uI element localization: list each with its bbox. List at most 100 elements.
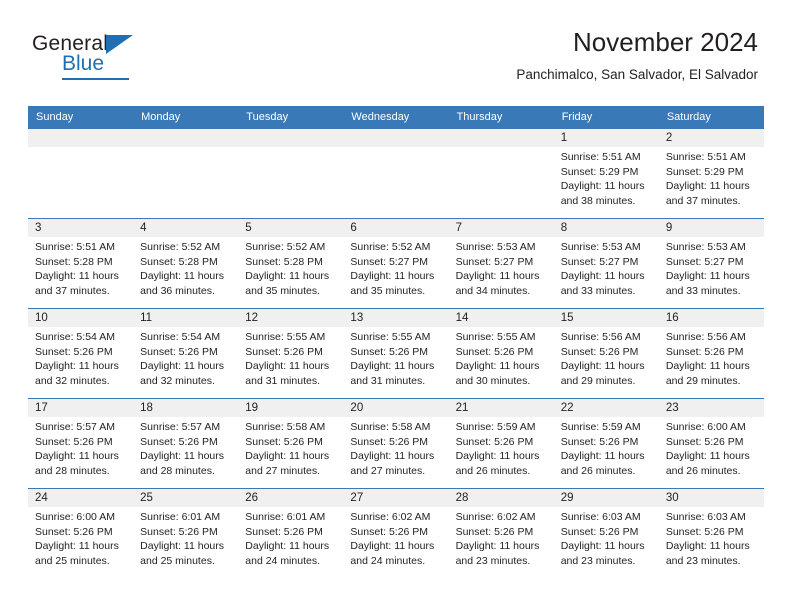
calendar-cell-day[interactable]: 17 Sunrise: 5:57 AM Sunset: 5:26 PM Dayligh… <box>28 398 134 489</box>
sunset-text: Sunset: 5:26 PM <box>140 345 218 358</box>
calendar-cell-inner: 3 Sunrise: 5:51 AM Sunset: 5:28 PM Daylight… <box>28 219 134 308</box>
day-number <box>343 129 449 147</box>
calendar-cell-day[interactable]: 19 Sunrise: 5:58 AM Sunset: 5:26 PM Dayligh… <box>238 398 344 489</box>
calendar-cell-empty <box>343 129 449 219</box>
calendar-cell-inner: 23 Sunrise: 6:00 AM Sunset: 5:26 PM Dayligh… <box>658 399 764 488</box>
calendar-week-row: 24 Sunrise: 6:00 AM Sunset: 5:26 PM Dayligh… <box>28 488 764 578</box>
calendar-header-row: Sunday Monday Tuesday Wednesday Thursday Frid… <box>28 106 764 129</box>
day-details: Sunrise: 5:58 AM Sunset: 5:26 PM Daylight:… <box>343 417 448 478</box>
sunrise-text: Sunrise: 5:55 AM <box>350 331 431 343</box>
calendar-cell-day[interactable]: 16 Sunrise: 5:56 AM Sunset: 5:26 PM Dayligh… <box>658 308 764 399</box>
calendar-cell-day[interactable]: 4 Sunrise: 5:52 AM Sunset: 5:28 PM Daylight… <box>133 218 239 309</box>
sunset-text: Sunset: 5:26 PM <box>35 435 113 448</box>
daylight-text: Daylight: 11 hours and 37 minutes. <box>35 270 119 297</box>
calendar-cell-inner: 4 Sunrise: 5:52 AM Sunset: 5:28 PM Daylight… <box>133 219 239 308</box>
day-details: Sunrise: 6:01 AM Sunset: 5:26 PM Daylight:… <box>238 507 343 568</box>
calendar-cell-day[interactable]: 24 Sunrise: 6:00 AM Sunset: 5:26 PM Dayligh… <box>28 488 134 578</box>
day-details: Sunrise: 5:53 AM Sunset: 5:27 PM Daylight:… <box>659 237 764 298</box>
calendar-cell-day[interactable]: 1 Sunrise: 5:51 AM Sunset: 5:29 PM Daylight… <box>553 129 659 219</box>
sunrise-text: Sunrise: 6:02 AM <box>455 511 536 523</box>
weekday-header-saturday: Saturday <box>658 106 764 129</box>
calendar-cell-inner: 9 Sunrise: 5:53 AM Sunset: 5:27 PM Daylight… <box>658 219 764 308</box>
calendar-cell-day[interactable]: 27 Sunrise: 6:02 AM Sunset: 5:26 PM Dayligh… <box>343 488 449 578</box>
weekday-header-friday: Friday <box>553 106 659 129</box>
day-number <box>28 129 134 147</box>
calendar-cell-day[interactable]: 8 Sunrise: 5:53 AM Sunset: 5:27 PM Daylight… <box>553 218 659 309</box>
sunrise-text: Sunrise: 5:58 AM <box>245 421 326 433</box>
day-number: 21 <box>448 399 554 417</box>
sunset-text: Sunset: 5:26 PM <box>560 525 639 538</box>
general-blue-logo[interactable]: General Blue <box>28 32 228 88</box>
sunrise-text: Sunrise: 6:03 AM <box>560 511 641 523</box>
calendar-cell-inner <box>448 129 554 218</box>
daylight-text: Daylight: 11 hours and 35 minutes. <box>350 270 435 297</box>
calendar-cell-inner <box>238 129 344 218</box>
calendar-cell-inner: 1 Sunrise: 5:51 AM Sunset: 5:29 PM Daylight… <box>553 129 659 218</box>
calendar-cell-inner: 24 Sunrise: 6:00 AM Sunset: 5:26 PM Dayligh… <box>28 489 134 578</box>
calendar-cell-day[interactable]: 7 Sunrise: 5:53 AM Sunset: 5:27 PM Daylight… <box>448 218 554 309</box>
day-details: Sunrise: 5:57 AM Sunset: 5:26 PM Daylight:… <box>28 417 133 478</box>
calendar-cell-day[interactable]: 30 Sunrise: 6:03 AM Sunset: 5:26 PM Dayligh… <box>658 488 764 578</box>
calendar-cell-empty <box>238 129 344 219</box>
calendar-cell-inner: 6 Sunrise: 5:52 AM Sunset: 5:27 PM Daylight… <box>343 219 449 308</box>
day-number <box>238 129 344 147</box>
sunrise-text: Sunrise: 5:56 AM <box>560 331 641 343</box>
calendar-cell-day[interactable]: 13 Sunrise: 5:55 AM Sunset: 5:26 PM Dayligh… <box>343 308 449 399</box>
title-block: November 2024 Panchimalco, San Salvador,… <box>516 26 758 85</box>
calendar-cell-day[interactable]: 9 Sunrise: 5:53 AM Sunset: 5:27 PM Daylight… <box>658 218 764 309</box>
day-details: Sunrise: 5:52 AM Sunset: 5:28 PM Daylight:… <box>133 237 238 298</box>
calendar-cell-inner: 15 Sunrise: 5:56 AM Sunset: 5:26 PM Dayligh… <box>553 309 659 398</box>
sunset-text: Sunset: 5:26 PM <box>665 525 744 538</box>
day-details: Sunrise: 6:02 AM Sunset: 5:26 PM Daylight:… <box>449 507 554 568</box>
day-number: 14 <box>448 309 554 327</box>
calendar-cell-inner <box>28 129 134 218</box>
day-number: 18 <box>133 399 239 417</box>
calendar-cell-day[interactable]: 25 Sunrise: 6:01 AM Sunset: 5:26 PM Dayligh… <box>133 488 239 578</box>
sunrise-text: Sunrise: 5:57 AM <box>35 421 115 433</box>
sunset-text: Sunset: 5:27 PM <box>665 255 744 268</box>
calendar-cell-day[interactable]: 29 Sunrise: 6:03 AM Sunset: 5:26 PM Dayligh… <box>553 488 659 578</box>
calendar-cell-day[interactable]: 11 Sunrise: 5:54 AM Sunset: 5:26 PM Dayligh… <box>133 308 239 399</box>
daylight-text: Daylight: 11 hours and 32 minutes. <box>140 360 224 387</box>
calendar-cell-day[interactable]: 6 Sunrise: 5:52 AM Sunset: 5:27 PM Daylight… <box>343 218 449 309</box>
calendar-cell-day[interactable]: 22 Sunrise: 5:59 AM Sunset: 5:26 PM Dayligh… <box>553 398 659 489</box>
day-number <box>448 129 554 147</box>
calendar-cell-empty <box>448 129 554 219</box>
weekday-header-sunday: Sunday <box>28 106 134 129</box>
sunrise-text: Sunrise: 5:54 AM <box>35 331 115 343</box>
calendar-cell-day[interactable]: 2 Sunrise: 5:51 AM Sunset: 5:29 PM Daylight… <box>658 129 764 219</box>
day-number: 2 <box>658 129 764 147</box>
day-details: Sunrise: 6:03 AM Sunset: 5:26 PM Daylight:… <box>554 507 659 568</box>
sunset-text: Sunset: 5:26 PM <box>455 345 534 358</box>
calendar-cell-day[interactable]: 15 Sunrise: 5:56 AM Sunset: 5:26 PM Dayligh… <box>553 308 659 399</box>
sunrise-text: Sunrise: 5:59 AM <box>560 421 641 433</box>
calendar-cell-inner: 20 Sunrise: 5:58 AM Sunset: 5:26 PM Dayligh… <box>343 399 449 488</box>
calendar-cell-day[interactable]: 14 Sunrise: 5:55 AM Sunset: 5:26 PM Dayligh… <box>448 308 554 399</box>
calendar-cell-day[interactable]: 21 Sunrise: 5:59 AM Sunset: 5:26 PM Dayligh… <box>448 398 554 489</box>
calendar-cell-day[interactable]: 23 Sunrise: 6:00 AM Sunset: 5:26 PM Dayligh… <box>658 398 764 489</box>
calendar-cell-inner <box>343 129 449 218</box>
sunset-text: Sunset: 5:29 PM <box>560 165 639 178</box>
day-number: 5 <box>238 219 344 237</box>
sunrise-text: Sunrise: 5:52 AM <box>245 241 326 253</box>
calendar-cell-day[interactable]: 3 Sunrise: 5:51 AM Sunset: 5:28 PM Daylight… <box>28 218 134 309</box>
calendar-cell-day[interactable]: 10 Sunrise: 5:54 AM Sunset: 5:26 PM Dayligh… <box>28 308 134 399</box>
calendar-cell-inner: 28 Sunrise: 6:02 AM Sunset: 5:26 PM Dayligh… <box>448 489 554 578</box>
sunrise-text: Sunrise: 5:53 AM <box>455 241 536 253</box>
day-number: 22 <box>553 399 659 417</box>
day-details: Sunrise: 5:51 AM Sunset: 5:29 PM Daylight:… <box>659 147 764 208</box>
calendar-cell-inner: 29 Sunrise: 6:03 AM Sunset: 5:26 PM Dayligh… <box>553 489 659 578</box>
sunset-text: Sunset: 5:27 PM <box>350 255 429 268</box>
day-details: Sunrise: 5:51 AM Sunset: 5:28 PM Daylight:… <box>28 237 133 298</box>
calendar-cell-day[interactable]: 12 Sunrise: 5:55 AM Sunset: 5:26 PM Dayligh… <box>238 308 344 399</box>
calendar-cell-day[interactable]: 28 Sunrise: 6:02 AM Sunset: 5:26 PM Dayligh… <box>448 488 554 578</box>
calendar-cell-inner: 18 Sunrise: 5:57 AM Sunset: 5:26 PM Dayligh… <box>133 399 239 488</box>
day-details: Sunrise: 5:55 AM Sunset: 5:26 PM Daylight:… <box>343 327 448 388</box>
sunset-text: Sunset: 5:26 PM <box>665 435 744 448</box>
calendar-cell-day[interactable]: 18 Sunrise: 5:57 AM Sunset: 5:26 PM Dayligh… <box>133 398 239 489</box>
calendar-cell-day[interactable]: 20 Sunrise: 5:58 AM Sunset: 5:26 PM Dayligh… <box>343 398 449 489</box>
daylight-text: Daylight: 11 hours and 27 minutes. <box>350 450 435 477</box>
day-details: Sunrise: 5:53 AM Sunset: 5:27 PM Daylight:… <box>554 237 659 298</box>
calendar-cell-day[interactable]: 26 Sunrise: 6:01 AM Sunset: 5:26 PM Dayligh… <box>238 488 344 578</box>
calendar-cell-day[interactable]: 5 Sunrise: 5:52 AM Sunset: 5:28 PM Daylight… <box>238 218 344 309</box>
